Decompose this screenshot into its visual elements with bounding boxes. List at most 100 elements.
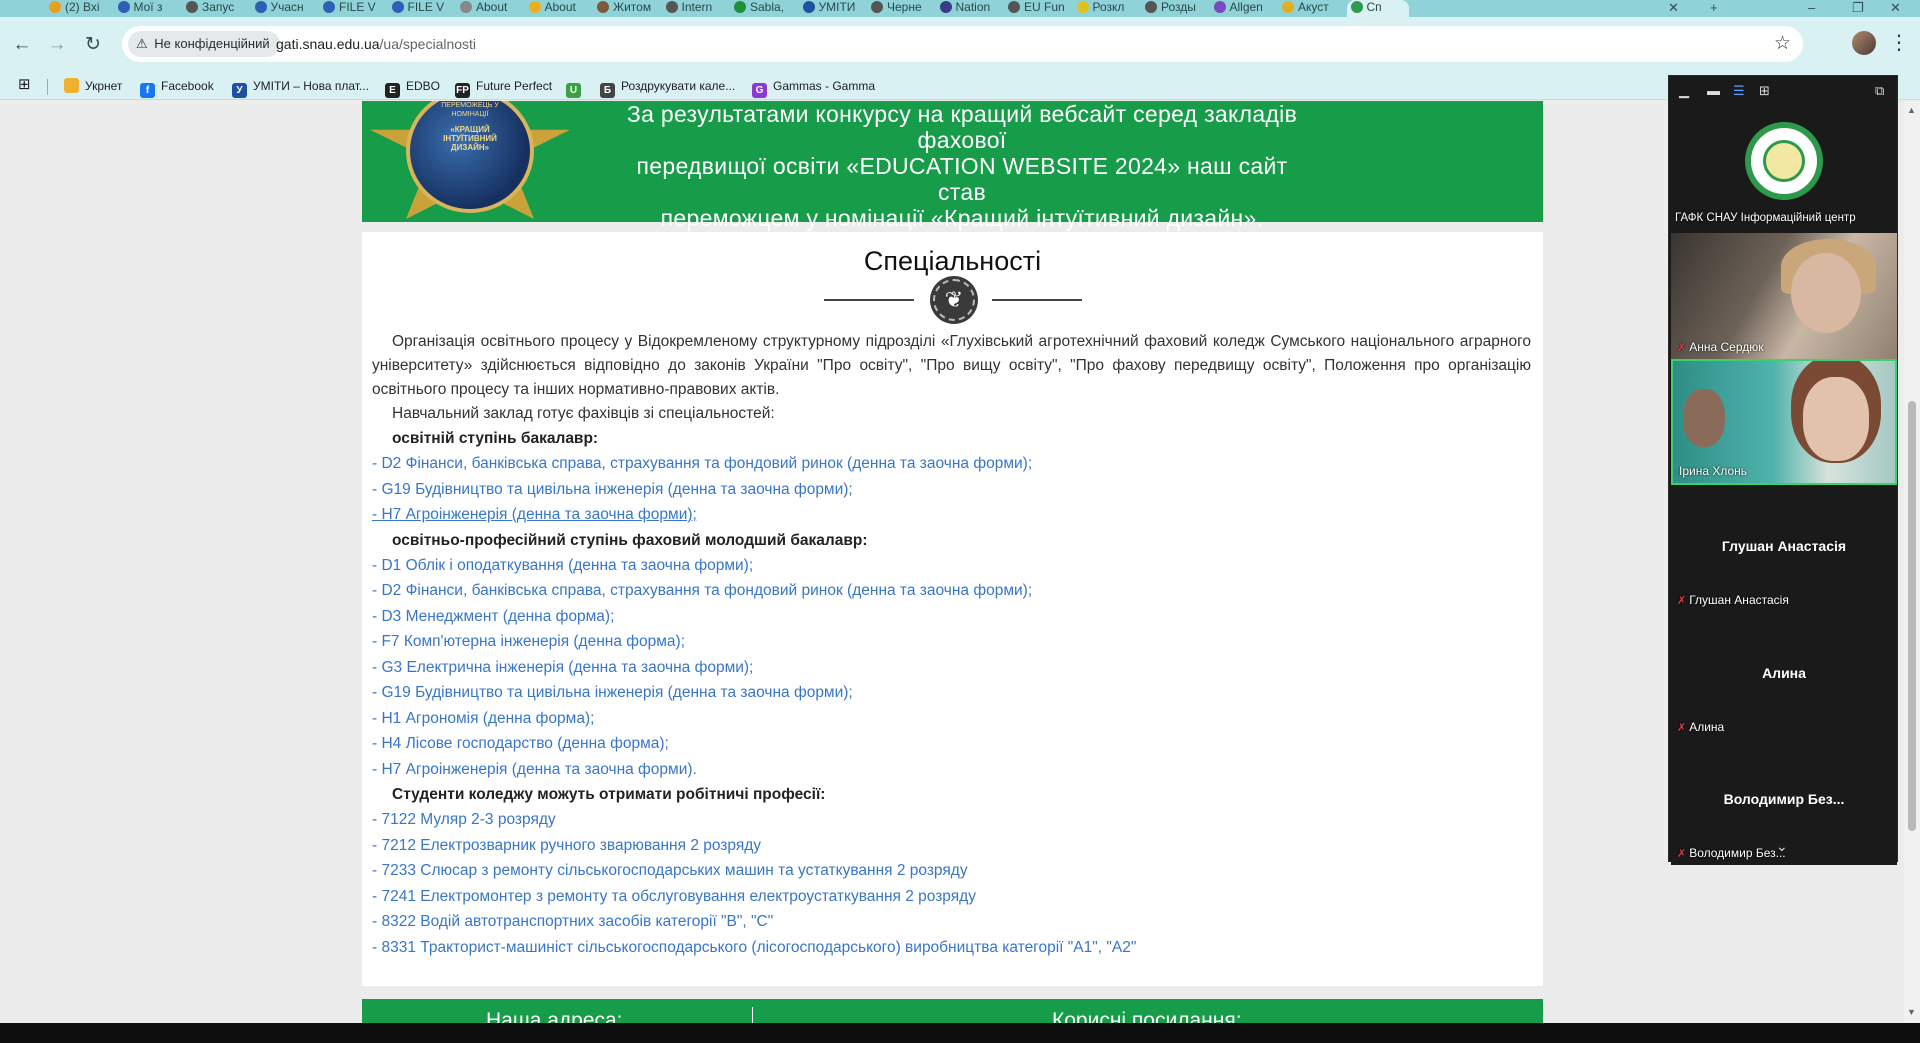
bookmark-label: Gammas - Gamma — [773, 79, 876, 93]
bookmark-favicon-icon: G — [752, 83, 767, 98]
browser-menu-icon[interactable]: ⋮ — [1889, 30, 1909, 55]
window-close-icon[interactable]: ✕ — [1890, 0, 1901, 16]
bookmark-item[interactable]: У УМІТИ – Нова плат... — [232, 77, 369, 98]
minimize-icon[interactable]: ▁ — [1679, 83, 1689, 99]
specialty-link[interactable]: - 7241 Електромонтер з ремонту та обслуг… — [372, 884, 1531, 910]
browser-tab[interactable]: Розды — [1141, 0, 1201, 17]
specialty-link[interactable]: - D1 Облік і оподаткування (денна та зао… — [372, 553, 1531, 579]
tab-favicon-icon — [1282, 1, 1294, 13]
strip-view-icon[interactable]: ☰ — [1733, 83, 1745, 99]
specialty-link[interactable]: - D2 Фінанси, банківська справа, страхув… — [372, 451, 1531, 477]
browser-tab[interactable]: (2) Вхі — [45, 0, 105, 17]
tab-label: Учасн — [270, 0, 304, 14]
single-view-icon[interactable]: ▬ — [1707, 83, 1720, 98]
specialty-link[interactable]: - G19 Будівництво та цивільна інженерія … — [372, 680, 1531, 706]
scroll-down-icon[interactable]: ▼ — [1907, 1007, 1916, 1017]
bookmark-label: EDBO — [406, 79, 441, 93]
url-text[interactable]: gati.snau.edu.ua/ua/specialnosti — [276, 26, 476, 62]
browser-tab[interactable]: Запус — [182, 0, 242, 17]
banner-line: переможцем у номінації «Кращий інтуїтивн… — [660, 205, 1264, 231]
participant-tile[interactable]: ✗ Анна Сердюк — [1671, 233, 1897, 359]
specialty-link[interactable]: - G3 Електрична інженерія (денна та заоч… — [372, 655, 1531, 681]
browser-tab[interactable]: About — [525, 0, 585, 17]
bookmark-item[interactable]: U — [566, 77, 587, 98]
bookmark-item[interactable]: Укрнет — [64, 77, 122, 95]
browser-tab[interactable]: Intern — [662, 0, 722, 17]
bookmark-item[interactable]: E EDBO — [385, 77, 440, 98]
page-scrollbar[interactable]: ▲ ▼ — [1904, 101, 1920, 1023]
forward-button[interactable]: → — [43, 31, 71, 59]
participant-name: ГАФК СНАУ Інформаційний центр — [1675, 212, 1856, 224]
window-maximize-icon[interactable]: ❐ — [1852, 0, 1864, 16]
specialty-link[interactable]: - 7233 Слюсар з ремонту сільськогосподар… — [372, 858, 1531, 884]
tab-strip: (2) Вхі Мої з Запус Учасн FILE V FILE V About A… — [0, 0, 1920, 17]
bookmark-star-icon[interactable]: ☆ — [1774, 26, 1791, 62]
browser-tab[interactable]: УМІТИ — [799, 0, 859, 17]
browser-tab[interactable]: Учасн — [251, 0, 311, 17]
close-tab-icon[interactable]: ✕ — [1668, 0, 1679, 16]
security-chip[interactable]: ⚠ Не конфіденційний — [128, 31, 280, 57]
browser-tab[interactable]: EU Fun — [1004, 0, 1064, 17]
scrollbar-thumb[interactable] — [1908, 401, 1916, 831]
section-heading: Студенти коледжу можуть отримати робітни… — [392, 786, 826, 803]
tab-favicon-icon — [665, 1, 678, 13]
tab-label: FILE V — [339, 0, 376, 14]
participant-name: Ірина Хлонь — [1679, 464, 1748, 478]
specialty-link[interactable]: - 8331 Тракторист-машиніст сільськогоспо… — [372, 935, 1531, 961]
profile-avatar[interactable] — [1852, 31, 1876, 55]
address-bar[interactable]: ⚠ Не конфіденційний gati.snau.edu.ua/ua/… — [122, 26, 1803, 62]
back-button[interactable]: ← — [8, 31, 36, 59]
bookmark-item[interactable]: FP Future Perfect — [455, 77, 552, 98]
reload-button[interactable]: ↻ — [79, 31, 107, 59]
browser-tab[interactable]: FILE V — [388, 0, 448, 17]
participant-name: Анна Сердюк — [1689, 340, 1764, 354]
specialty-link[interactable]: - 8322 Водій автотранспортних засобів ка… — [372, 909, 1531, 935]
browser-tab[interactable]: Розкл — [1073, 0, 1133, 17]
tab-favicon-icon — [49, 1, 61, 13]
bookmark-item[interactable]: G Gammas - Gamma — [752, 77, 875, 98]
bookmark-label: Facebook — [161, 79, 214, 93]
browser-tab[interactable]: About — [456, 0, 516, 17]
bookmark-item[interactable]: Б Роздрукувати кале... — [600, 77, 735, 98]
browser-tab[interactable]: Мої з — [114, 0, 174, 17]
browser-tab[interactable]: Allgen — [1210, 0, 1270, 17]
specialty-link[interactable]: - H4 Лісове господарство (денна форма); — [372, 731, 1531, 757]
participant-tile[interactable]: Глушан Анастасія ✗ Глушан Анастасія — [1671, 486, 1897, 612]
specialty-link[interactable]: - G19 Будівництво та цивільна інженерія … — [372, 477, 1531, 503]
chevron-down-icon[interactable]: ⌄ — [1776, 838, 1788, 855]
browser-tab[interactable]: Сп — [1346, 0, 1409, 17]
url-domain: gati.snau.edu.ua — [276, 36, 380, 52]
medal-text: ПЕРЕМОЖЕЦЬ У НОМІНАЦІЇ — [441, 102, 499, 118]
bookmark-favicon-icon: U — [566, 83, 581, 98]
college-logo-icon — [1745, 122, 1823, 200]
browser-tab[interactable]: FILE V — [319, 0, 379, 17]
specialty-link[interactable]: - D2 Фінанси, банківська справа, страхув… — [372, 578, 1531, 604]
participant-tile[interactable]: Алина ✗ Алина — [1671, 613, 1897, 739]
browser-tab[interactable]: Акуст — [1278, 0, 1338, 17]
specialty-link[interactable]: - 7212 Електрозварник ручного зварювання… — [372, 833, 1531, 859]
scroll-up-icon[interactable]: ▲ — [1907, 105, 1916, 115]
browser-tab[interactable]: Житом — [593, 0, 653, 17]
bookmark-item[interactable]: f Facebook — [140, 77, 214, 98]
specialty-link[interactable]: - F7 Комп'ютерна інженерія (денна форма)… — [372, 629, 1531, 655]
window-minimize-icon[interactable]: – — [1808, 0, 1815, 15]
participant-name: Алина — [1689, 720, 1725, 734]
specialty-link[interactable]: - H7 Агроінженерія (денна та заочна форм… — [372, 757, 1531, 783]
browser-tab[interactable]: Черне — [867, 0, 927, 17]
section-heading: освітній ступінь бакалавр: — [392, 430, 599, 447]
specialty-link[interactable]: - H1 Агрономія (денна форма); — [372, 706, 1531, 732]
specialty-link[interactable]: - D3 Менеджмент (денна форма); — [372, 604, 1531, 630]
participant-tile[interactable]: ГАФК СНАУ Інформаційний центр — [1671, 108, 1897, 234]
participant-tile[interactable]: Ірина Хлонь — [1671, 359, 1897, 485]
exit-panel-icon[interactable]: ⧉ — [1875, 83, 1884, 99]
participant-video-man — [1683, 389, 1725, 447]
browser-tab[interactable]: Nation — [936, 0, 996, 17]
participant-video-woman — [1803, 377, 1869, 461]
specialty-link[interactable]: - H7 Агроінженерія (денна та заочна форм… — [372, 502, 1531, 528]
new-tab-icon[interactable]: + — [1710, 0, 1718, 15]
browser-tab[interactable]: Sabla, — [730, 0, 790, 17]
specialty-link[interactable]: - 7122 Муляр 2-3 розряду — [372, 807, 1531, 833]
gallery-view-icon[interactable]: ⊞ — [1759, 83, 1770, 99]
apps-grid-icon[interactable]: ⊞ — [18, 76, 31, 94]
tab-favicon-icon — [460, 1, 472, 13]
